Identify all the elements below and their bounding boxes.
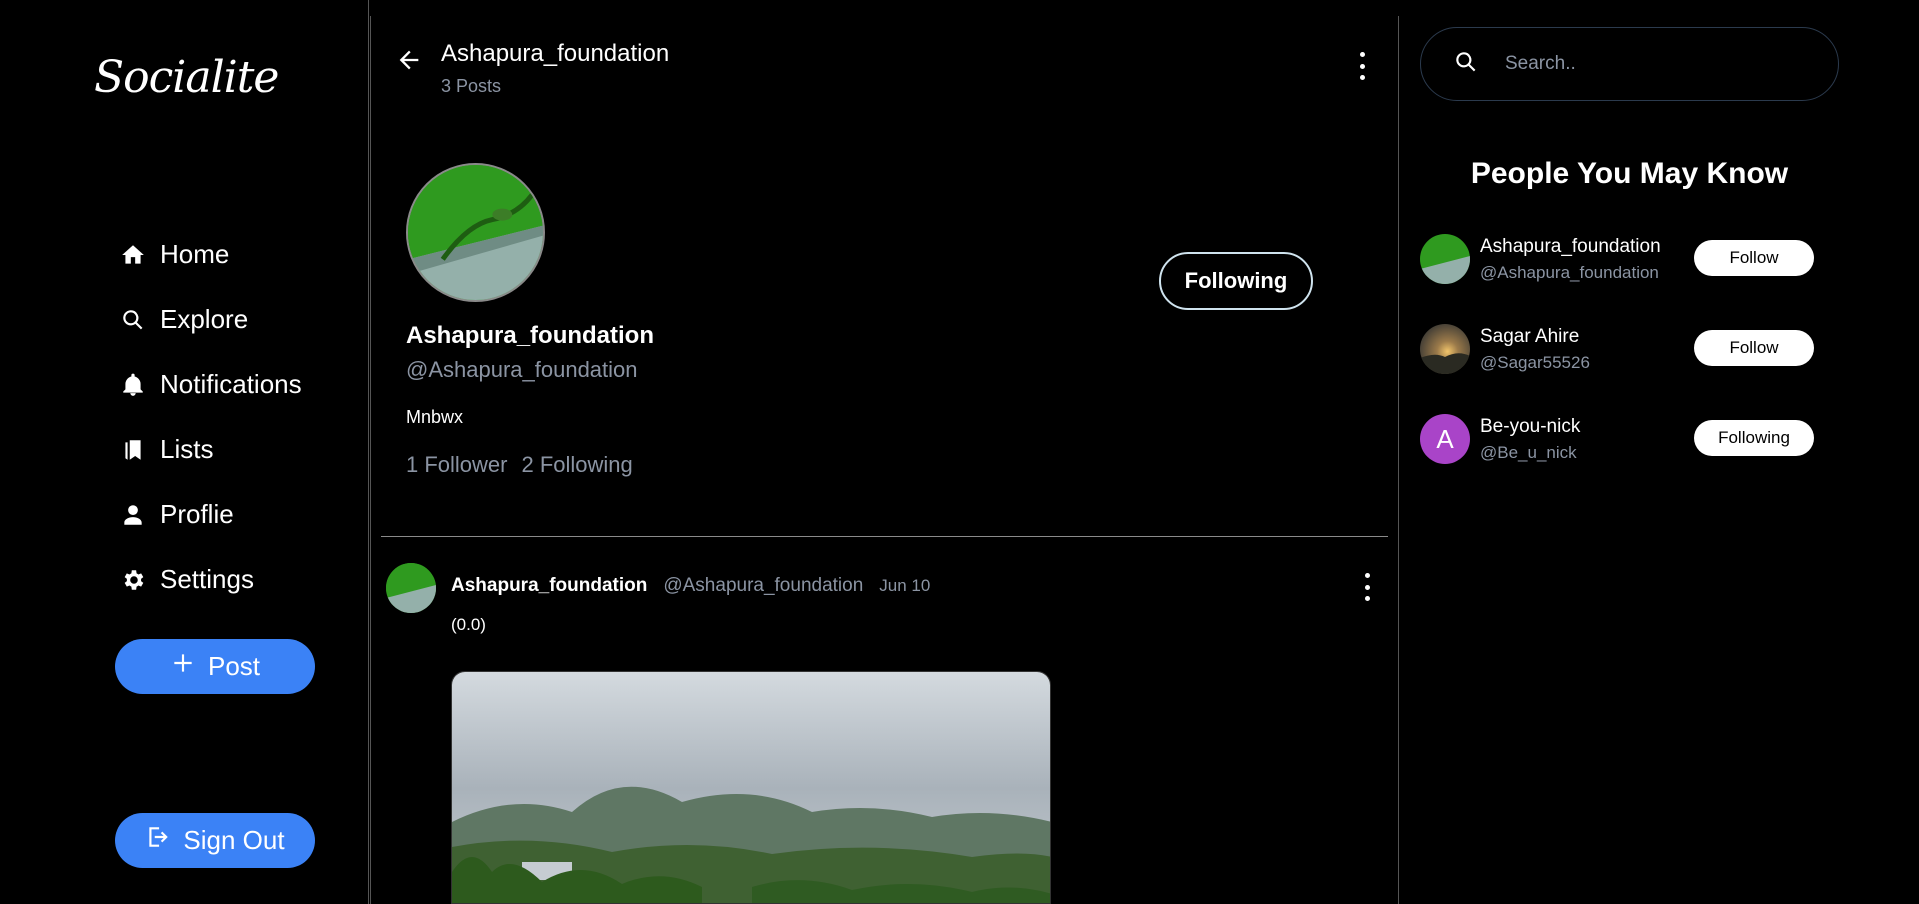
landscape-photo (452, 672, 1050, 903)
nav-notifications[interactable]: Notifications (120, 352, 302, 417)
suggestion-name[interactable]: Sagar Ahire (1480, 326, 1579, 348)
suggestion-handle: @Ashapura_foundation (1480, 263, 1659, 282)
suggestions-title: People You May Know (1470, 157, 1789, 190)
follow-button[interactable]: Follow (1694, 330, 1814, 366)
suggestion-handle: @Be_u_nick (1480, 443, 1577, 462)
nav-home[interactable]: Home (120, 222, 302, 287)
sunset-avatar-photo (1420, 324, 1470, 374)
suggestion-name[interactable]: Be-you-nick (1480, 416, 1580, 438)
nav-explore[interactable]: Explore (120, 287, 302, 352)
suggestion-avatar-initial[interactable]: A (1420, 414, 1470, 464)
bookmark-icon (120, 435, 160, 465)
profile-bio: Mnbwx (406, 407, 464, 427)
following-button[interactable]: Following (1694, 420, 1814, 456)
person-icon (120, 500, 160, 530)
nav-settings[interactable]: Settings (120, 547, 302, 612)
suggestion-avatar[interactable] (1420, 234, 1470, 284)
profile-stats: 1 Follower 2 Following (406, 452, 633, 478)
search-box[interactable] (1420, 27, 1839, 101)
nav-home-label: Home (160, 239, 230, 269)
post-count: 3 Posts (441, 76, 502, 96)
bell-icon (120, 370, 160, 400)
suggestion-item[interactable]: Sagar Ahire @Sagar55526 Follow (1420, 322, 1820, 377)
nav-lists-label: Lists (160, 434, 214, 464)
suggestion-item[interactable]: A Be-you-nick @Be_u_nick Following (1420, 412, 1820, 467)
post-button[interactable]: Post (115, 639, 315, 694)
suggestion-avatar[interactable] (1420, 324, 1470, 374)
search-icon (120, 305, 160, 335)
left-sidebar: Socialite Home Explore Notifications Lis… (0, 0, 369, 904)
sign-out-button[interactable]: Sign Out (115, 813, 315, 868)
profile-more-options-icon[interactable] (1357, 52, 1367, 80)
home-icon (120, 240, 160, 270)
suggestion-item[interactable]: Ashapura_foundation @Ashapura_foundation… (1420, 232, 1820, 287)
search-icon (1453, 49, 1479, 80)
nav-profile-label: Proflie (160, 499, 234, 529)
post-author-name[interactable]: Ashapura_foundation (451, 575, 647, 597)
profile-handle: @Ashapura_foundation (406, 357, 638, 382)
post-author-handle[interactable]: @Ashapura_foundation (663, 575, 863, 597)
follow-button[interactable]: Follow (1694, 240, 1814, 276)
logout-icon (145, 824, 183, 857)
post-avatar-photo (386, 563, 436, 613)
post-date: Jun 10 (879, 576, 931, 595)
post-more-options-icon[interactable] (1362, 573, 1372, 601)
sign-out-label: Sign Out (183, 825, 285, 855)
nav-profile[interactable]: Proflie (120, 482, 302, 547)
nav-explore-label: Explore (160, 304, 249, 334)
post-image[interactable] (451, 671, 1051, 904)
lizard-photo (408, 165, 543, 300)
gear-icon (120, 565, 160, 595)
profile-following-button[interactable]: Following (1159, 252, 1313, 310)
lizard-avatar-photo (1420, 234, 1470, 284)
nav-notifications-label: Notifications (160, 369, 302, 399)
main-nav: Home Explore Notifications Lists Proflie (120, 222, 302, 612)
profile-divider (381, 536, 1388, 537)
suggestion-handle: @Sagar55526 (1480, 353, 1590, 372)
plus-icon (170, 650, 208, 683)
search-input[interactable] (1505, 53, 1805, 75)
suggestion-name[interactable]: Ashapura_foundation (1480, 236, 1661, 258)
app-logo[interactable]: Socialite (94, 52, 279, 103)
profile-avatar[interactable] (406, 163, 545, 302)
back-arrow-icon[interactable] (395, 46, 423, 74)
followers-count[interactable]: 1 Follower (406, 452, 507, 478)
header-title: Ashapura_foundation (441, 40, 670, 67)
nav-settings-label: Settings (160, 564, 254, 594)
post-text: (0.0) (451, 615, 486, 634)
nav-lists[interactable]: Lists (120, 417, 302, 482)
following-count[interactable]: 2 Following (521, 452, 632, 478)
post-button-label: Post (207, 651, 261, 681)
profile-name: Ashapura_foundation (406, 322, 655, 349)
post-author-avatar[interactable] (386, 563, 436, 613)
post-meta: Ashapura_foundation @Ashapura_foundation… (451, 575, 930, 597)
